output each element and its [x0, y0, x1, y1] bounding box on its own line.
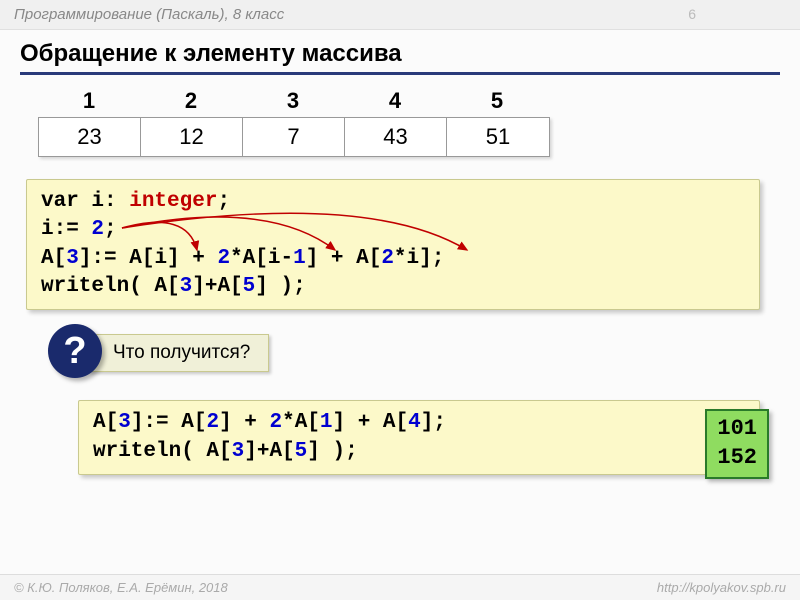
slide-content: Обращение к элементу массива 1 2 3 4 5 2… — [0, 30, 800, 475]
array-cell: 51 — [447, 118, 549, 156]
array-index: 4 — [344, 85, 446, 117]
array-cell: 23 — [39, 118, 141, 156]
result-box: 101 152 — [705, 409, 769, 478]
code-block-2: A[3]:= A[2] + 2*A[1] + A[4]; writeln( A[… — [78, 400, 760, 475]
code-block-1: var i: integer; i:= 2; A[3]:= A[i] + 2*A… — [26, 179, 760, 310]
result-value: 152 — [717, 444, 757, 473]
array-cell: 43 — [345, 118, 447, 156]
question-label: Что получится? — [88, 334, 269, 372]
code-line: A[3]:= A[i] + 2*A[i-1] + A[2*i]; — [41, 245, 745, 273]
array-index: 2 — [140, 85, 242, 117]
code-line: A[3]:= A[2] + 2*A[1] + A[4]; — [93, 409, 745, 437]
code-line: writeln( A[3]+A[5] ); — [93, 438, 745, 466]
array-cell: 7 — [243, 118, 345, 156]
code-line: i:= 2; — [41, 216, 745, 244]
code-line: var i: integer; — [41, 188, 745, 216]
array-values-row: 23 12 7 43 51 — [38, 117, 550, 157]
array-cell: 12 — [141, 118, 243, 156]
page-number: 6 — [688, 6, 696, 23]
array-index: 5 — [446, 85, 548, 117]
code-line: writeln( A[3]+A[5] ); — [41, 273, 745, 301]
array-index-row: 1 2 3 4 5 — [38, 85, 780, 117]
copyright: © К.Ю. Поляков, Е.А. Ерёмин, 2018 — [14, 580, 228, 595]
footer: © К.Ю. Поляков, Е.А. Ерёмин, 2018 http:/… — [0, 574, 800, 600]
array-index: 1 — [38, 85, 140, 117]
page-title: Обращение к элементу массива — [20, 40, 780, 75]
footer-url: http://kpolyakov.spb.ru — [657, 580, 786, 595]
result-value: 101 — [717, 415, 757, 444]
question-row: ? Что получится? — [48, 328, 780, 382]
question-mark-icon: ? — [48, 324, 102, 378]
header: Программирование (Паскаль), 8 класс 6 — [0, 0, 800, 30]
array-index: 3 — [242, 85, 344, 117]
breadcrumb: Программирование (Паскаль), 8 класс — [14, 6, 284, 23]
